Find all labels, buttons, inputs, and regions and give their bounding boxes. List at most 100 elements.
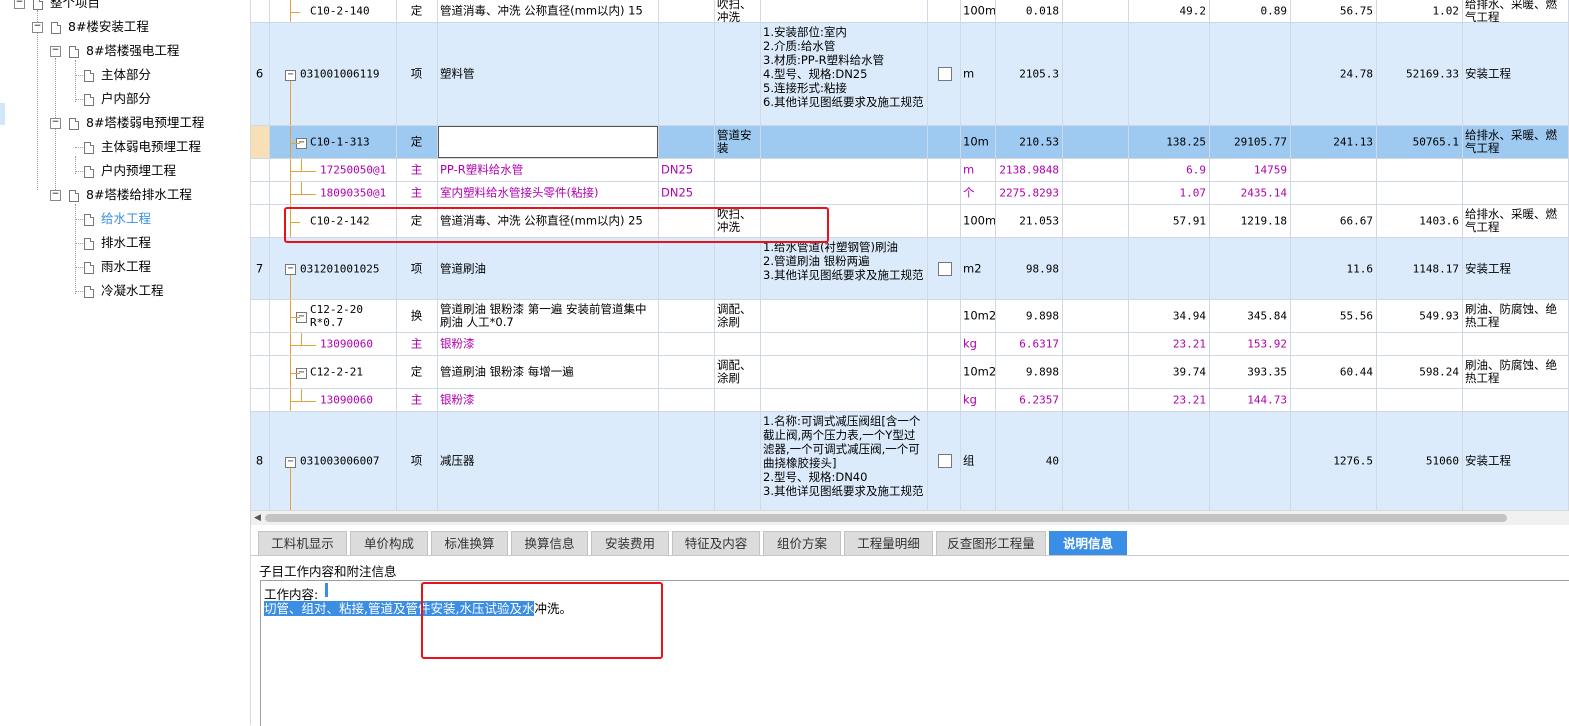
cell-qty[interactable]: 2105.3 — [996, 23, 1063, 125]
cell-type[interactable]: 项 — [397, 238, 438, 299]
cell-c2[interactable]: 51060 — [1377, 412, 1463, 510]
cell-unitprice[interactable] — [1129, 238, 1210, 299]
cell-c1[interactable]: 60.44 — [1291, 356, 1377, 388]
cell-name[interactable]: 给排水管道 室内塑料给水管(粘接) 公称外径(mm以内) 32 — [438, 126, 659, 158]
cell-c2[interactable]: 52169.33 — [1377, 23, 1463, 125]
cell-name[interactable]: 管道刷油 银粉漆 每增一遍 — [438, 356, 659, 388]
cell-price[interactable] — [1063, 0, 1129, 22]
cell-unit[interactable]: 10m2 — [961, 300, 996, 332]
tab[interactable]: 换算信息 — [511, 531, 588, 555]
cell-c1[interactable] — [1291, 159, 1377, 181]
cell-name[interactable]: 管道刷油 银粉漆 第一遍 安装前管道集中刷油 人工*0.7 — [438, 300, 659, 332]
tab[interactable]: 标准换算 — [431, 531, 508, 555]
cell-unit[interactable]: kg — [961, 389, 996, 411]
cell-total[interactable] — [1210, 23, 1291, 125]
tab[interactable]: 单价构成 — [350, 531, 428, 555]
tab[interactable]: 组价方案 — [763, 531, 841, 555]
cell-unit[interactable]: 100m — [961, 205, 996, 237]
cell-spec[interactable] — [659, 333, 715, 355]
cell-qty[interactable]: 6.6317 — [996, 333, 1063, 355]
cell-spec[interactable] — [659, 300, 715, 332]
cell-work[interactable] — [715, 159, 761, 181]
cell-no[interactable] — [251, 356, 270, 388]
cell-total[interactable]: 14759 — [1210, 159, 1291, 181]
cell-code[interactable]: 18090350@1 — [270, 182, 397, 204]
checkbox[interactable] — [938, 261, 952, 276]
cell-unit[interactable]: m — [961, 23, 996, 125]
cell-no[interactable] — [251, 126, 270, 158]
cell-name[interactable]: PP-R塑料给水管 — [438, 159, 659, 181]
cell-work[interactable] — [715, 182, 761, 204]
cell-unitprice[interactable]: 1.07 — [1129, 182, 1210, 204]
cell-c1[interactable]: 66.67 — [1291, 205, 1377, 237]
cell-work[interactable]: 管道安装 — [715, 126, 761, 158]
cell-price[interactable] — [1063, 300, 1129, 332]
cell-price[interactable] — [1063, 205, 1129, 237]
cell-qty[interactable]: 21.053 — [996, 205, 1063, 237]
cell-type[interactable]: 项 — [397, 23, 438, 125]
cell-c1[interactable]: 241.13 — [1291, 126, 1377, 158]
collapse-icon[interactable]: − — [50, 118, 61, 129]
bill-item-row[interactable]: 6 031001006119− 项 塑料管 1.安装部位:室内 2.介质:给水管 3.材… — [251, 23, 1569, 126]
cell-c2[interactable]: 1.02 — [1377, 0, 1463, 22]
cell-c1[interactable]: 55.56 — [1291, 300, 1377, 332]
cell-chk[interactable] — [928, 205, 961, 237]
cell-unitprice[interactable]: 39.74 — [1129, 356, 1210, 388]
cell-c2[interactable]: 1148.17 — [1377, 238, 1463, 299]
cell-feature[interactable] — [761, 126, 928, 158]
cell-qty[interactable]: 40 — [996, 412, 1063, 510]
cell-chk[interactable] — [928, 126, 961, 158]
cell-price[interactable] — [1063, 412, 1129, 510]
cell-no[interactable]: 6 — [251, 23, 270, 125]
cell-total[interactable]: 393.35 — [1210, 356, 1291, 388]
cell-no[interactable] — [251, 205, 270, 237]
cell-chk[interactable] — [928, 238, 961, 299]
cell-name[interactable]: 银粉漆 — [438, 333, 659, 355]
cell-total[interactable]: 29105.77 — [1210, 126, 1291, 158]
cell-prof[interactable]: 给排水、采暖、燃气工程 — [1463, 126, 1569, 158]
cell-total[interactable]: 345.84 — [1210, 300, 1291, 332]
cell-feature[interactable] — [761, 389, 928, 411]
cell-c1[interactable] — [1291, 333, 1377, 355]
cell-prof[interactable]: 安装工程 — [1463, 238, 1569, 299]
cell-c1[interactable]: 56.75 — [1291, 0, 1377, 22]
tree-node[interactable]: − 8#塔楼强电工程 — [50, 41, 179, 61]
cell-chk[interactable] — [928, 300, 961, 332]
cell-unitprice[interactable]: 138.25 — [1129, 126, 1210, 158]
cell-feature[interactable]: 1.安装部位:室内 2.介质:给水管 3.材质:PP-R塑料给水管 4.型号、规… — [761, 23, 928, 125]
horizontal-scrollbar[interactable]: ◀ — [251, 510, 1569, 525]
cell-unitprice[interactable] — [1129, 412, 1210, 510]
cell-qty[interactable]: 0.018 — [996, 0, 1063, 22]
cell-total[interactable]: 144.73 — [1210, 389, 1291, 411]
collapse-icon[interactable]: − — [32, 22, 43, 33]
cell-unitprice[interactable] — [1129, 23, 1210, 125]
cell-unitprice[interactable]: 57.91 — [1129, 205, 1210, 237]
cell-unit[interactable]: 个 — [961, 182, 996, 204]
tree-node[interactable]: − 8#塔楼弱电预埋工程 — [50, 113, 204, 133]
cell-price[interactable] — [1063, 159, 1129, 181]
cell-no[interactable] — [251, 0, 270, 22]
tab[interactable]: 安装费用 — [591, 531, 669, 555]
cell-prof[interactable] — [1463, 159, 1569, 181]
cell-prof[interactable] — [1463, 389, 1569, 411]
cell-price[interactable] — [1063, 238, 1129, 299]
cell-total[interactable] — [1210, 238, 1291, 299]
collapse-icon[interactable]: − — [14, 0, 25, 9]
cell-c1[interactable]: 24.78 — [1291, 23, 1377, 125]
cell-price[interactable] — [1063, 182, 1129, 204]
cell-chk[interactable] — [928, 0, 961, 22]
checkbox[interactable] — [938, 454, 952, 468]
cell-work[interactable] — [715, 238, 761, 299]
cell-type[interactable]: 主 — [397, 389, 438, 411]
cell-unitprice[interactable]: 23.21 — [1129, 333, 1210, 355]
cell-unitprice[interactable]: 49.2 — [1129, 0, 1210, 22]
cell-name[interactable]: 管道刷油 — [438, 238, 659, 299]
quota-row[interactable]: C12-2-21− 定 管道刷油 银粉漆 每增一遍 调配、涂刷 10m2 9.898 39.… — [251, 356, 1569, 389]
cell-total[interactable]: 2435.14 — [1210, 182, 1291, 204]
material-row[interactable]: 13090060 主 银粉漆 kg 6.2357 23.21 144.73 — [251, 389, 1569, 412]
cell-c2[interactable] — [1377, 389, 1463, 411]
cell-code[interactable]: 031003006007− — [270, 412, 397, 510]
cell-c2[interactable] — [1377, 159, 1463, 181]
collapse-icon[interactable]: − — [285, 69, 296, 81]
cell-no[interactable] — [251, 333, 270, 355]
